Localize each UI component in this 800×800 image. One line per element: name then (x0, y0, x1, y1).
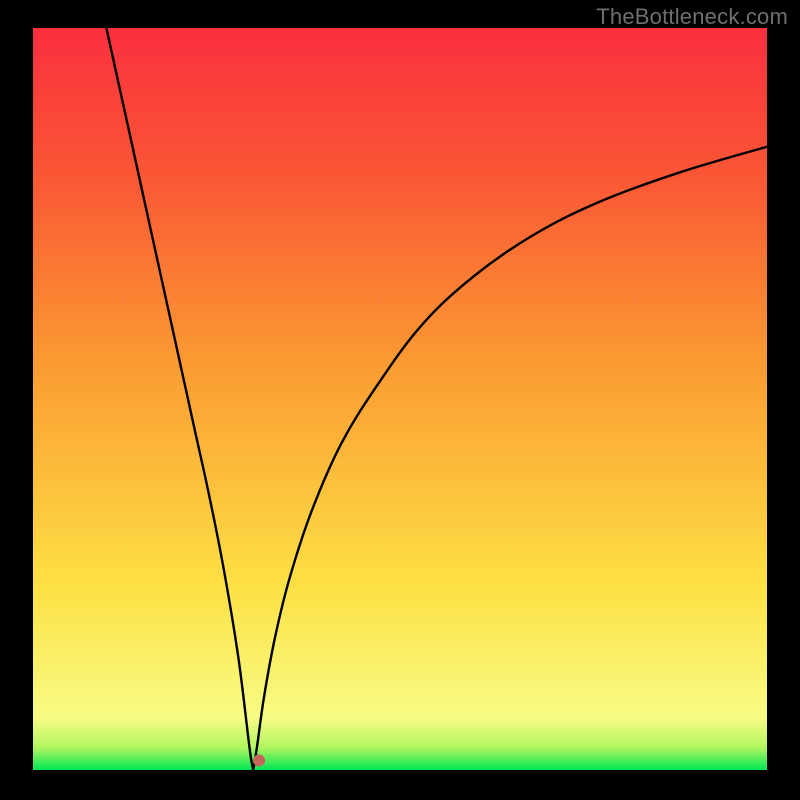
chart-frame: TheBottleneck.com (0, 0, 800, 800)
minimum-marker (253, 754, 265, 766)
plot-background (33, 28, 767, 770)
bottleneck-chart (0, 0, 800, 800)
watermark-label: TheBottleneck.com (596, 4, 788, 30)
